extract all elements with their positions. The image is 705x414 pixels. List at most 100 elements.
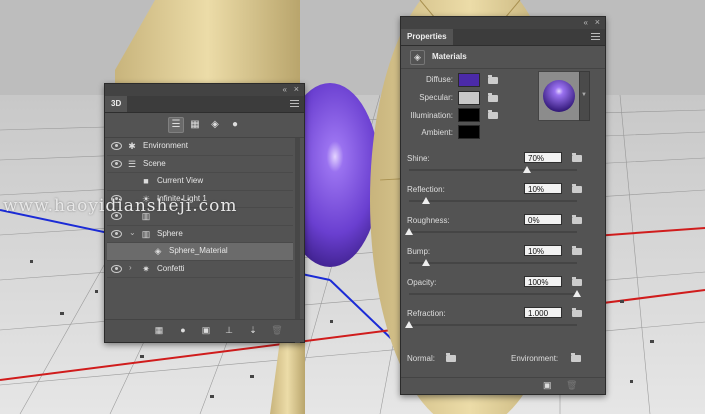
slider-value-field[interactable]: 70%: [524, 152, 562, 163]
material-filter-icon[interactable]: ◈: [208, 118, 222, 132]
material-picker-dropdown[interactable]: ▼: [579, 71, 590, 121]
illumination-folder-icon[interactable]: [488, 110, 498, 119]
slider-track[interactable]: [409, 262, 577, 264]
chevron-down-icon: ▼: [581, 92, 587, 98]
slider-label: Shine:: [407, 154, 430, 163]
slider-thumb[interactable]: [421, 197, 430, 204]
specular-label: Specular:: [419, 93, 453, 102]
normal-label: Normal:: [407, 354, 436, 363]
confetti-icon: ✷: [142, 263, 150, 274]
slider-label: Opacity:: [407, 278, 437, 287]
slider-value-field[interactable]: 100%: [524, 276, 562, 287]
material-preview-thumbnail[interactable]: [538, 71, 581, 121]
slider-value-field[interactable]: 1.000: [524, 307, 562, 318]
texture-folder-icon[interactable]: [572, 215, 582, 224]
environment-label: Environment:: [511, 354, 559, 363]
ambient-swatch[interactable]: [458, 125, 480, 139]
slider-track[interactable]: [409, 293, 577, 295]
specular-folder-icon[interactable]: [488, 93, 498, 102]
camera-icon: ■: [143, 176, 149, 186]
collapse-icon[interactable]: «: [283, 85, 288, 94]
scene-filter-icon[interactable]: ☰: [168, 117, 184, 133]
slider-track[interactable]: [409, 231, 577, 233]
visibility-eye-icon[interactable]: [111, 159, 122, 168]
tree-row-confetti[interactable]: › ✷ Confetti: [107, 261, 293, 278]
specular-swatch[interactable]: [458, 91, 480, 105]
properties-footer: ▣ 🗑: [401, 377, 605, 394]
mesh-filter-icon[interactable]: ▦: [188, 118, 202, 132]
light-add-icon[interactable]: ●: [177, 324, 189, 336]
tree-label: Sphere: [157, 228, 183, 238]
texture-folder-icon[interactable]: [572, 246, 582, 255]
slider-track[interactable]: [409, 324, 577, 326]
expand-chevron-icon[interactable]: ⌄: [129, 228, 136, 237]
diffuse-folder-icon[interactable]: [488, 75, 498, 84]
panel-menu-icon[interactable]: [290, 100, 299, 109]
mesh-icon: ▥: [141, 228, 151, 239]
ambient-label: Ambient:: [421, 128, 453, 137]
tree-row-sphere[interactable]: ⌄ ▥ Sphere: [107, 226, 293, 243]
slider-thumb[interactable]: [405, 228, 413, 235]
texture-folder-icon[interactable]: [572, 184, 582, 193]
illumination-swatch[interactable]: [458, 108, 480, 122]
tree-scrollbar[interactable]: [295, 138, 300, 343]
material-icon: ◈: [410, 50, 425, 65]
slider-thumb[interactable]: [405, 321, 413, 328]
slider-track[interactable]: [409, 200, 577, 202]
properties-tab-bar: Properties: [401, 29, 605, 46]
slider-label: Refraction:: [407, 309, 446, 318]
tab-properties[interactable]: Properties: [401, 29, 453, 45]
tree-row-scene[interactable]: ☰ Scene: [107, 156, 293, 173]
ground-icon[interactable]: ⊥: [223, 324, 235, 336]
close-icon[interactable]: ×: [595, 17, 600, 27]
render-icon[interactable]: ▦: [153, 324, 165, 336]
panel-drag-bar[interactable]: « ×: [105, 84, 304, 96]
illumination-label: Illumination:: [410, 111, 453, 120]
collapse-icon[interactable]: «: [584, 18, 589, 27]
visibility-eye-icon[interactable]: [111, 229, 122, 238]
slider-value-field[interactable]: 10%: [524, 183, 562, 194]
expand-chevron-icon[interactable]: ›: [129, 263, 132, 272]
environment-icon: ✱: [128, 141, 136, 151]
texture-folder-icon[interactable]: [572, 277, 582, 286]
environment-folder-icon[interactable]: [571, 353, 581, 362]
delete-icon[interactable]: 🗑: [271, 324, 283, 336]
tab-3d[interactable]: 3D: [105, 96, 128, 112]
slider-value-field[interactable]: 10%: [524, 245, 562, 256]
slider-label: Bump:: [407, 247, 431, 256]
visibility-eye-icon[interactable]: [111, 264, 122, 273]
close-icon[interactable]: ×: [294, 84, 299, 94]
properties-panel: « × Properties ◈ Materials Diffuse: Spec…: [400, 16, 606, 395]
texture-folder-icon[interactable]: [572, 153, 582, 162]
section-title: Materials: [432, 52, 467, 61]
slider-track[interactable]: [409, 169, 577, 171]
slider-thumb[interactable]: [573, 290, 581, 297]
tree-label: Scene: [143, 158, 166, 168]
delete-icon[interactable]: 🗑: [566, 380, 577, 391]
slider-label: Reflection:: [407, 185, 445, 194]
new-object-icon[interactable]: ⇣: [247, 324, 259, 336]
slider-thumb[interactable]: [522, 166, 531, 173]
diffuse-label: Diffuse:: [426, 75, 453, 84]
tree-label: Confetti: [157, 263, 185, 273]
texture-folder-icon[interactable]: [572, 308, 582, 317]
3d-filter-bar: ☰ ▦ ◈ ●: [105, 113, 304, 138]
watermark-text: www.haoyidiansheji.com: [3, 196, 238, 216]
tree-label: Environment: [143, 141, 188, 150]
tree-label: Current View: [157, 176, 204, 185]
visibility-eye-icon[interactable]: [111, 142, 122, 150]
tree-row-environment[interactable]: ✱ Environment: [107, 138, 293, 156]
tree-label: Sphere_Material: [169, 246, 228, 255]
3d-tab-bar: 3D: [105, 96, 304, 113]
tree-row-current-view[interactable]: ■ Current View: [107, 173, 293, 191]
tree-row-sphere-material[interactable]: ◈ Sphere_Material: [107, 243, 293, 261]
slider-thumb[interactable]: [421, 259, 430, 266]
panel-menu-icon[interactable]: [591, 33, 600, 42]
slider-value-field[interactable]: 0%: [524, 214, 562, 225]
light-filter-icon[interactable]: ●: [228, 118, 242, 132]
panel-drag-bar[interactable]: « ×: [401, 17, 605, 29]
diffuse-swatch[interactable]: [458, 73, 480, 87]
normal-folder-icon[interactable]: [446, 353, 456, 362]
new-scene-icon[interactable]: ▣: [543, 380, 552, 391]
new-scene-icon[interactable]: ▣: [200, 324, 212, 336]
